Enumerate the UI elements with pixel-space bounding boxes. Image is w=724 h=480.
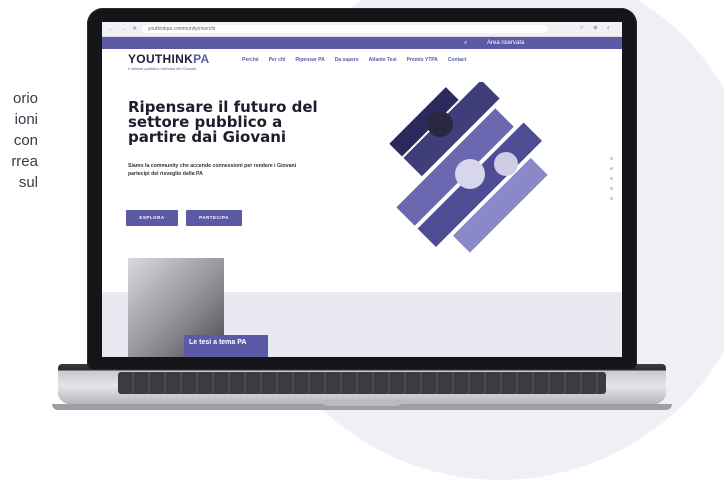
laptop-keyboard (118, 372, 606, 394)
menu-item-contact[interactable]: Contact (448, 57, 467, 63)
side-text-line: ioni (14, 111, 38, 128)
laptop-notch (322, 400, 402, 406)
explore-button[interactable]: ESPLORA (126, 210, 178, 226)
tesi-card[interactable]: Le tesi a tema PA (184, 335, 268, 357)
hero-title: Ripensare il futuro del settore pubblico… (128, 98, 318, 146)
menu-item-da-sapere[interactable]: Da sapere (335, 57, 359, 63)
side-text-line: sul (18, 174, 38, 191)
menu-item-atlante-tesi[interactable]: Atlante Tesi (369, 57, 397, 63)
site-logo[interactable]: YOUTHINKPA (128, 52, 209, 66)
participate-button[interactable]: PARTECIPA (186, 210, 242, 226)
person-face-3 (494, 152, 518, 176)
hero-image-collage (389, 82, 548, 253)
laptop-screen: ← → ⟳ youthinkpa.community/ricerchi ☆ ⊕ … (102, 22, 622, 357)
person-face-1 (427, 111, 453, 137)
menu-item-per-chi[interactable]: Per chi (269, 57, 286, 63)
side-text-line: rrea (11, 153, 38, 170)
slider-dots[interactable] (610, 157, 613, 207)
menu-item-ripensar-pa[interactable]: Ripensar PA (295, 57, 324, 63)
person-face-2 (455, 159, 485, 189)
side-text: orio ioni con rrea sul (0, 88, 38, 193)
slider-dot (610, 177, 613, 180)
browser-chrome: ← → ⟳ youthinkpa.community/ricerchi ☆ ⊕ … (102, 22, 622, 37)
side-text-line: orio (12, 90, 38, 107)
site-topbar: ⌕ Area riservata (102, 37, 622, 49)
slider-dot (610, 167, 613, 170)
side-text-line: con (13, 132, 38, 149)
browser-url-bar[interactable]: youthinkpa.community/ricerchi (142, 25, 548, 33)
logo-accent: PA (193, 52, 210, 66)
slider-dot (610, 187, 613, 190)
browser-toolbar-icons[interactable]: ☆ ⊕ ◐ (580, 25, 614, 31)
slider-dot (610, 197, 613, 200)
search-icon[interactable]: ⌕ (464, 37, 467, 49)
menu-item-premio[interactable]: Premio YTPA (407, 57, 438, 63)
slider-dot (610, 157, 613, 160)
logo-main: YOUTHINK (128, 52, 194, 66)
main-menu: Perché Per chi Ripensar PA Da sapere Atl… (242, 57, 466, 63)
browser-nav-icons[interactable]: ← → ⟳ (108, 26, 140, 32)
menu-item-perche[interactable]: Perché (242, 57, 259, 63)
hero-subtitle: Siamo la community che accende connessio… (128, 163, 297, 177)
reserved-area-link[interactable]: Area riservata (487, 37, 524, 49)
site-tagline: Il settore pubblico nell'idea dei Giovan… (128, 66, 197, 71)
